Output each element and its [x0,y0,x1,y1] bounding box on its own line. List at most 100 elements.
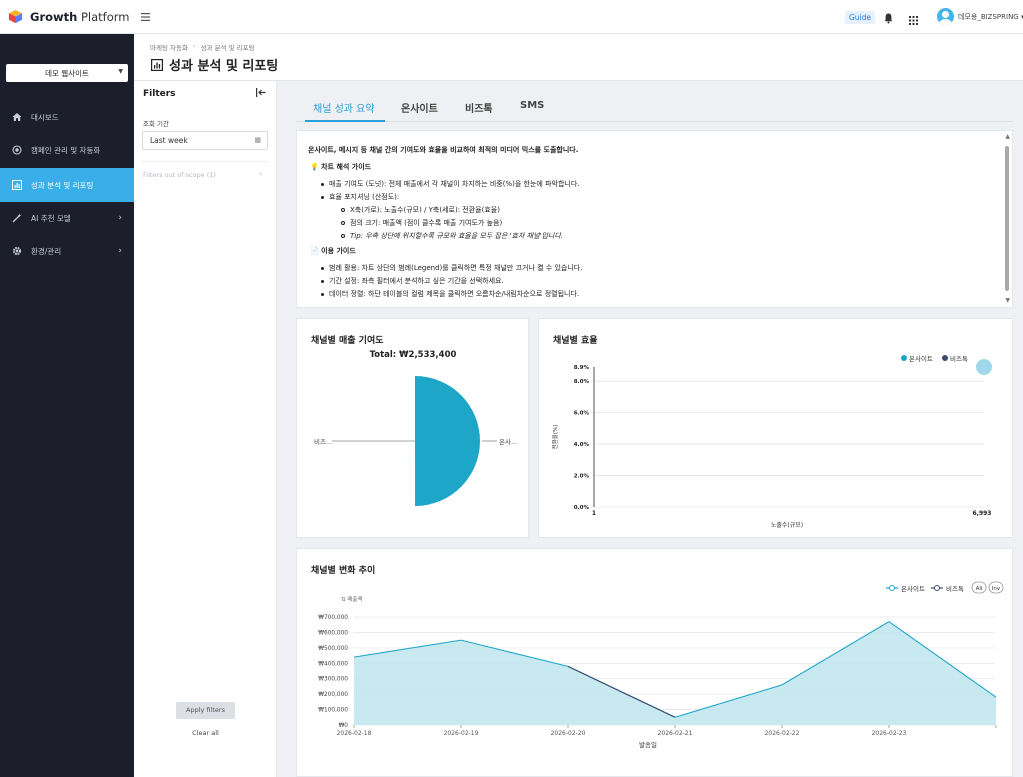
scroll-up-arrow[interactable]: ▲ [1005,133,1010,140]
chevron-right-icon: › [118,246,122,256]
filters-out-of-scope[interactable]: Filters out of scope (1) [143,171,216,179]
y-tick-label: 8.0% [574,379,590,385]
y-tick-label: ₩0 [339,723,349,729]
y-tick-label: 6.0% [574,411,590,417]
clear-all-button[interactable]: Clear all [176,729,235,737]
sidebar-item-label: 캠페인 관리 및 자동화 [31,145,101,155]
sidebar-item-label: 성과 분석 및 리포팅 [31,180,94,190]
breadcrumb-item: 성과 분석 및 리포팅 [200,44,255,52]
x-tick-label: 2026-02-18 [337,730,372,737]
legend-swatch-onsite [901,355,907,361]
y-tick-label: 0.0% [574,505,590,511]
menu-toggle-icon[interactable] [141,10,150,24]
x-tick-label: 6,993 [973,510,992,517]
breadcrumb-separator: › [192,42,196,50]
notification-bell-icon[interactable] [884,9,893,28]
channel-efficiency-card: 채널별 효율 온사이트 비즈톡 0.0% 2.0% 4.0% 6.0% 8.0% 8.9%… [538,318,1013,538]
legend-label-biztalk[interactable]: 비즈톡 [946,584,964,593]
y-tick-label: ₩100,000 [318,708,348,714]
y-tick-label: ₩500,000 [318,646,348,652]
site-select[interactable]: 데모 웹사이트 ▼ [6,64,128,82]
sidebar-item-0[interactable]: 대시보드 [0,100,134,134]
period-select[interactable]: Last week ▦ [142,131,268,150]
lightbulb-icon: 💡 [310,163,319,171]
app-logo[interactable]: Growth Platform [8,9,129,24]
sidebar-item-2[interactable]: 성과 분석 및 리포팅 [0,168,134,202]
sub-list-item: 점의 크기: 매출액 (점이 클수록 매출 기여도가 높음) [341,218,502,228]
target-icon [12,145,22,155]
collapse-panel-icon[interactable] [256,88,266,100]
pie-slice-0[interactable] [415,376,480,506]
top-bar: Growth Platform Guide 데모용_BIZSPRING ▾ [0,0,1023,34]
scatter-chart: 온사이트 비즈톡 0.0% 2.0% 4.0% 6.0% 8.0% 8.9% 전환율(%)… [551,354,992,529]
legend-inv-label: Inv [992,586,1001,592]
sub-list-item: X축(가로): 노출수(규모) / Y축(세로): 전환율(효율) [341,205,500,215]
legend-label-biztalk[interactable]: 비즈톡 [950,354,968,363]
tab-bar: 채널 성과 요약 온사이트 비즈톡 SMS [296,90,1013,122]
x-axis-label: 발송일 [639,740,657,749]
chevron-right-icon[interactable]: › [259,169,262,178]
chart-guide-heading: 💡 차트 해석 가이드 [310,163,372,171]
guide-intro: 온사이트, 메시지 등 채널 간의 기여도와 효율을 비교하여 최적의 미디어 … [308,146,579,154]
page-title: 성과 분석 및 리포팅 [151,55,278,74]
pie-label-biztalk[interactable]: 비즈... [314,437,332,446]
filters-title: Filters [143,89,176,99]
scroll-down-arrow[interactable]: ▼ [1005,297,1010,304]
x-tick-label: 2026-02-19 [444,730,479,737]
y-tick-label: ₩400,000 [318,661,348,667]
legend-swatch-biztalk [942,355,948,361]
scatter-point-onsite[interactable] [976,359,992,375]
apply-filters-button[interactable]: Apply filters [176,702,235,719]
list-item: 범례 활용: 차트 상단의 범례(Legend)를 클릭하면 특정 채널만 끄거… [321,263,582,273]
legend-label-onsite[interactable]: 온사이트 [901,584,925,593]
chart-icon [12,180,22,190]
x-tick-label: 1 [592,510,596,517]
sub-list-item: Tip: 우측 상단에 위치할수록 규모와 효율을 모두 잡은 '효자 채널'입… [341,231,563,241]
list-item: 데이터 정렬: 하단 테이블의 컬럼 제목을 클릭하면 오름차순/내림차순으로 … [321,289,579,299]
tab-onsite[interactable]: 온사이트 [401,100,438,115]
x-axis-label: 노출수(규모) [771,521,803,529]
tab-channel-summary[interactable]: 채널 성과 요약 [313,100,375,115]
chart-icon [151,58,163,71]
chevron-down-icon: ▼ [118,68,123,75]
sidebar-item-label: 환경/관리 [31,246,62,256]
usage-guide-heading: 📄 이용 가이드 [310,247,356,255]
breadcrumb: 마케팅 자동화 › 성과 분석 및 리포팅 [150,42,255,52]
user-avatar[interactable] [937,8,954,25]
y-tick-label: ₩700,000 [318,615,348,621]
scatter-legend: 온사이트 비즈톡 [901,354,968,363]
user-menu[interactable]: 데모용_BIZSPRING ▾ [958,12,1023,22]
x-tick-label: 2026-02-23 [872,730,907,737]
logo-cube-icon [8,9,23,24]
sidebar-item-label: 대시보드 [31,112,59,122]
breadcrumb-item[interactable]: 마케팅 자동화 [150,42,188,52]
revenue-contribution-card: 채널별 매출 기여도 Total: ₩2,533,400 비즈... 온사... [296,318,529,538]
sidebar-item-label: AI 추천 모델 [31,213,71,223]
legend-all-label: All [976,586,983,592]
scrollbar-thumb[interactable] [1005,146,1009,291]
guide-button[interactable]: Guide [845,11,876,24]
legend-label-onsite[interactable]: 온사이트 [909,354,933,363]
pie-label-onsite[interactable]: 온사... [499,437,517,446]
page-header: 마케팅 자동화 › 성과 분석 및 리포팅 성과 분석 및 리포팅 [134,34,1023,81]
app-name: Growth Platform [30,9,130,24]
area-chart: 온사이트 비즈톡 All Inv ⇅ 매출액 ₩0 ₩100,000 ₩200,00… [318,581,1004,749]
y-tick-label: ₩200,000 [318,692,348,698]
tab-sms[interactable]: SMS [520,100,544,111]
x-tick-label: 2026-02-21 [658,730,693,737]
legend-marker-biztalk [934,585,940,591]
calendar-icon: ▦ [254,136,261,144]
guide-panel: 온사이트, 메시지 등 채널 간의 기여도와 효율을 비교하여 최적의 미디어 … [296,130,1013,308]
channel-trend-card: 채널별 변화 추이 온사이트 비즈톡 All Inv ⇅ 매출액 ₩0 ₩100,… [296,548,1013,777]
apps-grid-icon[interactable] [909,10,918,29]
tab-biztalk[interactable]: 비즈톡 [465,100,493,115]
sidebar-item-4[interactable]: 환경/관리 › [0,234,134,268]
sidebar-item-3[interactable]: AI 추천 모델 › [0,201,134,235]
chevron-right-icon: › [118,213,122,223]
magic-wand-icon [12,213,22,223]
x-tick-label: 2026-02-22 [765,730,800,737]
legend-marker-onsite [889,585,895,591]
list-item: 효율 포지셔닝 (산점도): [321,192,399,202]
sidebar-item-1[interactable]: 캠페인 관리 및 자동화 [0,133,134,167]
list-item: 매출 기여도 (도넛): 전체 매출에서 각 채널이 차지하는 비중(%)을 한… [321,179,580,189]
